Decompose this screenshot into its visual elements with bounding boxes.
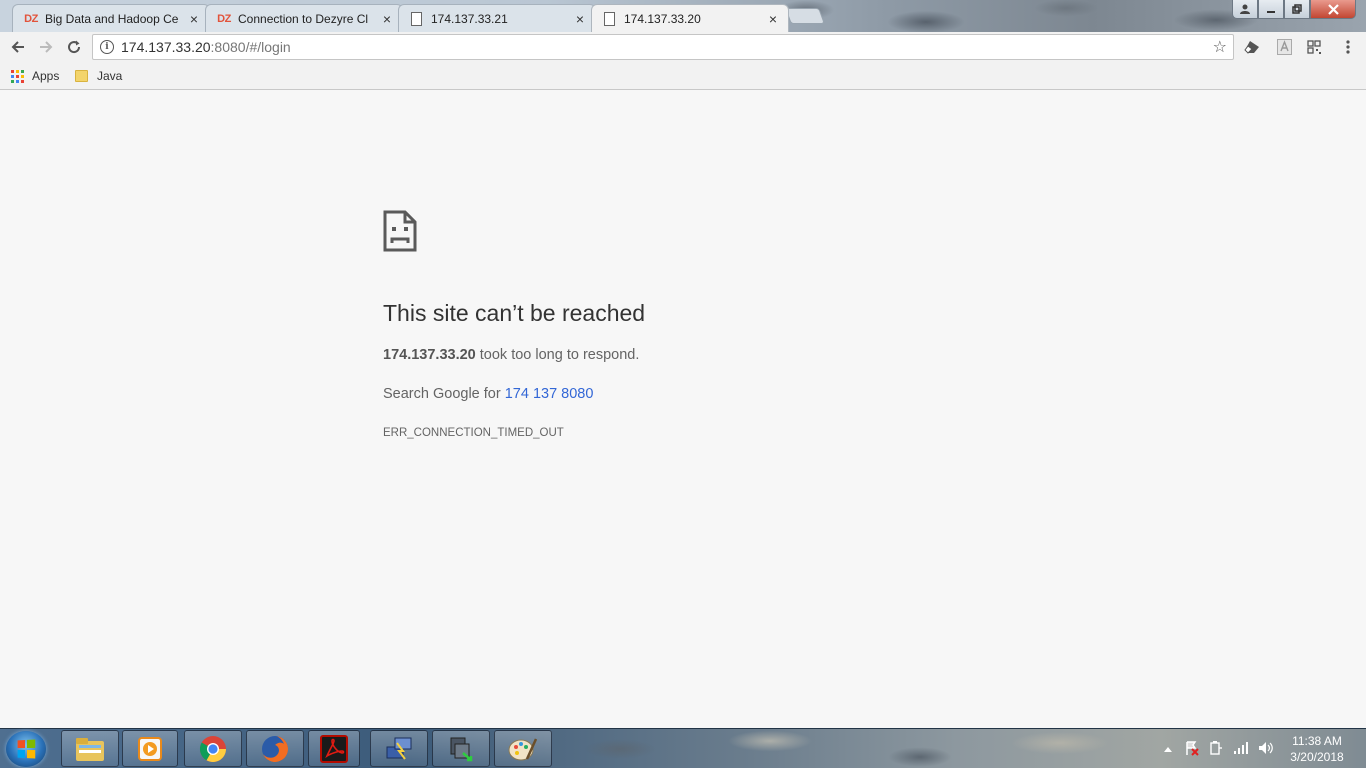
bookmark-star-icon[interactable]: ☆: [1213, 37, 1227, 57]
show-hidden-icons-button[interactable]: [1163, 742, 1173, 756]
volume-icon[interactable]: [1257, 740, 1273, 759]
tab-connection-dezyre[interactable]: DZ Connection to Dezyre Cl ×: [205, 4, 403, 32]
tab-close-icon[interactable]: ×: [573, 11, 587, 27]
apps-grid-icon: [11, 69, 24, 83]
eraser-extension-icon[interactable]: [1243, 38, 1261, 56]
acrobat-icon: [320, 734, 348, 763]
page-icon: [604, 11, 615, 26]
window-controls: [1232, 0, 1356, 19]
address-host: 174.137.33.20: [121, 39, 211, 55]
tab-174-137-33-21[interactable]: 174.137.33.21 ×: [398, 4, 596, 32]
tab-label: 174.137.33.20: [624, 11, 701, 26]
tab-close-icon[interactable]: ×: [766, 11, 780, 27]
tab-close-icon[interactable]: ×: [380, 11, 394, 27]
tab-label: 174.137.33.21: [431, 11, 508, 26]
tab-close-icon[interactable]: ×: [187, 11, 201, 27]
network-computers-icon: [386, 737, 412, 760]
user-profile-icon[interactable]: [1232, 0, 1258, 19]
restore-button[interactable]: [1284, 0, 1310, 19]
clock-time: 11:38 AM: [1292, 734, 1342, 748]
taskbar-file-explorer[interactable]: [61, 730, 119, 767]
media-player-icon: [138, 736, 162, 761]
tab-label: Big Data and Hadoop Ce: [45, 11, 179, 26]
tab-big-data-hadoop[interactable]: DZ Big Data and Hadoop Ce ×: [12, 4, 210, 32]
signal-strength-icon[interactable]: [1233, 740, 1249, 759]
taskbar-acrobat[interactable]: [308, 730, 360, 767]
tab-174-137-33-20[interactable]: 174.137.33.20 ×: [591, 4, 789, 32]
action-center-flag-icon[interactable]: [1184, 740, 1200, 759]
sad-page-icon: [383, 210, 417, 252]
error-host: 174.137.33.20: [383, 347, 476, 363]
tab-label: Connection to Dezyre Cl: [238, 11, 369, 26]
windows-logo-icon: [17, 739, 36, 759]
folder-icon: [76, 737, 104, 761]
clock-date: 3/20/2018: [1290, 750, 1344, 764]
page-content: [0, 91, 1366, 728]
taskbar-remote-connection[interactable]: [370, 730, 428, 767]
back-arrow-icon[interactable]: [7, 37, 29, 57]
bookmark-java-folder[interactable]: Java: [75, 68, 122, 84]
forward-arrow-icon[interactable]: [35, 37, 57, 57]
bookmarks-bar: Apps Java: [0, 62, 1366, 90]
minimize-button[interactable]: [1258, 0, 1284, 19]
dz-favicon-icon: DZ: [217, 12, 231, 25]
paint-palette-icon: [508, 737, 538, 760]
chrome-menu-icon[interactable]: [1339, 38, 1357, 56]
bookmark-java-label: Java: [97, 69, 123, 83]
error-search-suggestion: Search Google for 174 137 8080: [383, 386, 593, 402]
bookmark-apps-label: Apps: [32, 69, 60, 83]
page-icon: [411, 11, 422, 26]
close-window-button[interactable]: [1310, 0, 1356, 19]
error-message: took too long to respond.: [475, 347, 640, 363]
taskbar-chrome[interactable]: [184, 730, 242, 767]
firefox-icon: [262, 735, 288, 762]
taskbar-vpn-client[interactable]: [432, 730, 490, 767]
bookmark-apps[interactable]: Apps: [11, 68, 59, 84]
pdf-extension-icon[interactable]: [1275, 38, 1293, 56]
address-bar[interactable]: i 174.137.33.20:8080/#/login ☆: [92, 34, 1234, 60]
taskbar-firefox[interactable]: [246, 730, 304, 767]
folder-icon: [75, 70, 88, 82]
error-description: 174.137.33.20 took too long to respond.: [383, 347, 639, 363]
taskbar-clock[interactable]: 11:38 AM 3/20/2018: [1284, 733, 1350, 765]
taskbar-media-player[interactable]: [122, 730, 178, 767]
error-code: ERR_CONNECTION_TIMED_OUT: [383, 427, 564, 439]
chrome-icon: [199, 735, 227, 762]
power-icon[interactable]: [1208, 740, 1224, 759]
taskbar-paint[interactable]: [494, 730, 552, 767]
reload-icon[interactable]: [63, 37, 85, 57]
search-google-link[interactable]: 174 137 8080: [505, 386, 594, 402]
secure-connection-icon: [450, 737, 473, 761]
address-path: :8080/#/login: [210, 39, 291, 55]
new-tab-button[interactable]: [785, 8, 825, 24]
qr-code-extension-icon[interactable]: [1305, 38, 1323, 56]
error-title: This site can’t be reached: [383, 300, 646, 326]
search-prefix: Search Google for: [383, 386, 505, 402]
start-button[interactable]: [6, 731, 46, 767]
site-info-icon[interactable]: i: [100, 40, 114, 54]
dz-favicon-icon: DZ: [24, 12, 38, 25]
